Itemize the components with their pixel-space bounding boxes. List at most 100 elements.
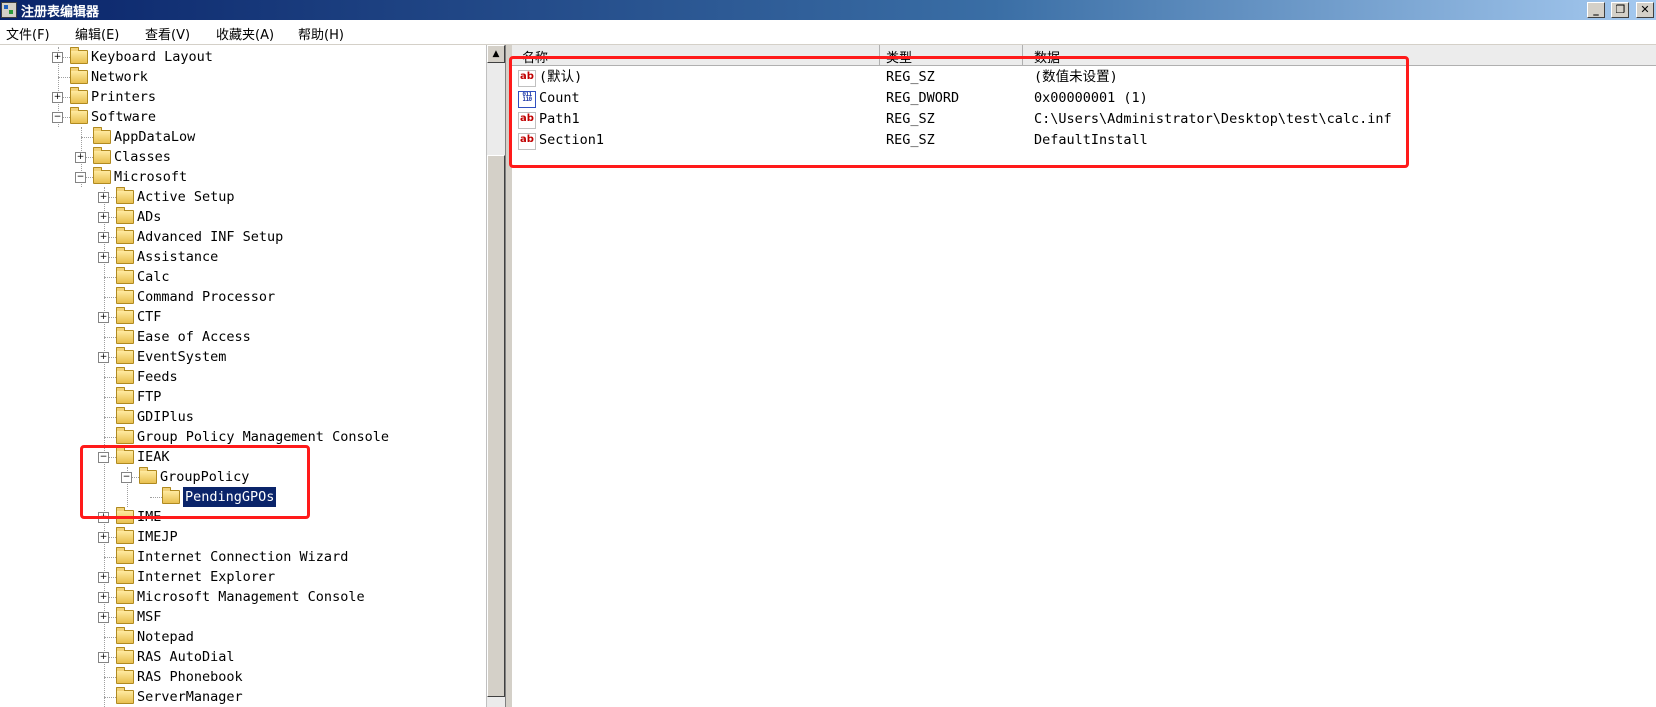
expand-icon[interactable]: +: [98, 592, 109, 603]
tree-item[interactable]: FTP: [0, 387, 486, 407]
tree-item[interactable]: + Printers: [0, 87, 486, 107]
expand-icon[interactable]: +: [98, 312, 109, 323]
minimize-button[interactable]: _: [1586, 2, 1605, 18]
column-data-header[interactable]: 数据: [1034, 47, 1060, 66]
tree-item[interactable]: + IME: [0, 507, 486, 527]
column-type-header[interactable]: 类型: [886, 47, 912, 66]
expand-icon[interactable]: +: [98, 532, 109, 543]
tree-item-label[interactable]: Keyboard Layout: [91, 47, 213, 67]
tree-item[interactable]: + Classes: [0, 147, 486, 167]
tree-scrollbar[interactable]: ▲: [486, 45, 505, 707]
tree-item[interactable]: − GroupPolicy: [0, 467, 486, 487]
expand-icon[interactable]: +: [98, 612, 109, 623]
tree-item-label[interactable]: Assistance: [137, 247, 218, 267]
tree-item[interactable]: + Advanced INF Setup: [0, 227, 486, 247]
collapse-icon[interactable]: −: [75, 172, 86, 183]
tree-item-label[interactable]: Classes: [114, 147, 171, 167]
tree-item-label[interactable]: Active Setup: [137, 187, 235, 207]
expand-icon[interactable]: +: [98, 352, 109, 363]
menu-view[interactable]: 查看(V): [145, 24, 190, 43]
tree-item[interactable]: Internet Connection Wizard: [0, 547, 486, 567]
tree-item[interactable]: − IEAK: [0, 447, 486, 467]
menu-edit[interactable]: 编辑(E): [75, 24, 119, 43]
tree-item-label[interactable]: FTP: [137, 387, 161, 407]
tree-item[interactable]: Command Processor: [0, 287, 486, 307]
collapse-icon[interactable]: −: [98, 452, 109, 463]
tree-item-label[interactable]: Group Policy Management Console: [137, 427, 389, 447]
tree-item[interactable]: Feeds: [0, 367, 486, 387]
tree-item-label[interactable]: GroupPolicy: [160, 467, 249, 487]
tree-item[interactable]: + RAS AutoDial: [0, 647, 486, 667]
tree-item[interactable]: ServerManager: [0, 687, 486, 707]
tree-item-label[interactable]: RAS Phonebook: [137, 667, 243, 687]
tree-item[interactable]: − Microsoft: [0, 167, 486, 187]
expand-icon[interactable]: +: [52, 92, 63, 103]
expand-icon[interactable]: +: [98, 192, 109, 203]
tree-item-label[interactable]: CTF: [137, 307, 161, 327]
tree-item[interactable]: + MSF: [0, 607, 486, 627]
restore-button[interactable]: ❐: [1611, 2, 1630, 18]
menu-file[interactable]: 文件(F): [6, 24, 50, 43]
tree-item-label[interactable]: AppDataLow: [114, 127, 195, 147]
scroll-up-button[interactable]: ▲: [487, 45, 505, 63]
column-separator[interactable]: [1022, 45, 1023, 65]
column-name-header[interactable]: 名称: [522, 47, 548, 66]
tree-item[interactable]: + Microsoft Management Console: [0, 587, 486, 607]
tree-item[interactable]: + Keyboard Layout: [0, 47, 486, 67]
tree-item[interactable]: RAS Phonebook: [0, 667, 486, 687]
collapse-icon[interactable]: −: [121, 472, 132, 483]
tree-item-label[interactable]: ServerManager: [137, 687, 243, 707]
tree-item[interactable]: Ease of Access: [0, 327, 486, 347]
tree-item[interactable]: Notepad: [0, 627, 486, 647]
expand-icon[interactable]: +: [98, 652, 109, 663]
value-row[interactable]: ab Path1 REG_SZ C:\Users\Administrator\Desk…: [512, 109, 1656, 130]
tree-item-label[interactable]: Feeds: [137, 367, 178, 387]
tree-item[interactable]: Group Policy Management Console: [0, 427, 486, 447]
tree-item-label[interactable]: ADs: [137, 207, 161, 227]
tree-item[interactable]: + Active Setup: [0, 187, 486, 207]
tree-item-label[interactable]: Microsoft Management Console: [137, 587, 365, 607]
tree-item[interactable]: + Assistance: [0, 247, 486, 267]
expand-icon[interactable]: +: [98, 212, 109, 223]
tree-item-label[interactable]: Printers: [91, 87, 156, 107]
tree-item[interactable]: + EventSystem: [0, 347, 486, 367]
collapse-icon[interactable]: −: [52, 112, 63, 123]
expand-icon[interactable]: +: [75, 152, 86, 163]
tree-item-label[interactable]: Microsoft: [114, 167, 187, 187]
value-row[interactable]: ab Section1 REG_SZ DefaultInstall: [512, 130, 1656, 151]
registry-key-tree[interactable]: + Keyboard Layout Network + Printers − Softwar…: [0, 45, 486, 707]
tree-item[interactable]: + Internet Explorer: [0, 567, 486, 587]
tree-item-label[interactable]: IME: [137, 507, 161, 527]
tree-item-label[interactable]: Calc: [137, 267, 170, 287]
tree-item-label[interactable]: IEAK: [137, 447, 170, 467]
tree-item-label[interactable]: Internet Connection Wizard: [137, 547, 348, 567]
tree-item-label[interactable]: GDIPlus: [137, 407, 194, 427]
tree-item[interactable]: GDIPlus: [0, 407, 486, 427]
tree-item[interactable]: Network: [0, 67, 486, 87]
tree-item-label[interactable]: Internet Explorer: [137, 567, 275, 587]
tree-item-label[interactable]: MSF: [137, 607, 161, 627]
tree-item-label[interactable]: RAS AutoDial: [137, 647, 235, 667]
expand-icon[interactable]: +: [98, 252, 109, 263]
menu-help[interactable]: 帮助(H): [298, 24, 344, 43]
tree-item[interactable]: PendingGPOs: [0, 486, 486, 508]
tree-item[interactable]: + ADs: [0, 207, 486, 227]
tree-item-label[interactable]: Advanced INF Setup: [137, 227, 283, 247]
tree-item[interactable]: + CTF: [0, 307, 486, 327]
tree-item[interactable]: AppDataLow: [0, 127, 486, 147]
tree-item-label-selected[interactable]: PendingGPOs: [181, 486, 278, 508]
expand-icon[interactable]: +: [98, 572, 109, 583]
column-separator[interactable]: [879, 45, 880, 65]
tree-item-label[interactable]: Ease of Access: [137, 327, 251, 347]
tree-item-label[interactable]: EventSystem: [137, 347, 226, 367]
value-row[interactable]: 011 110 Count REG_DWORD 0x00000001 (1): [512, 88, 1656, 109]
tree-item[interactable]: Calc: [0, 267, 486, 287]
menu-favorites[interactable]: 收藏夹(A): [216, 24, 274, 43]
expand-icon[interactable]: +: [98, 232, 109, 243]
close-button[interactable]: ✕: [1636, 2, 1654, 18]
tree-item-label[interactable]: Command Processor: [137, 287, 275, 307]
value-row[interactable]: ab (默认) REG_SZ (数值未设置): [512, 67, 1656, 88]
expand-icon[interactable]: +: [98, 512, 109, 523]
tree-item-label[interactable]: Notepad: [137, 627, 194, 647]
tree-item-label[interactable]: IMEJP: [137, 527, 178, 547]
